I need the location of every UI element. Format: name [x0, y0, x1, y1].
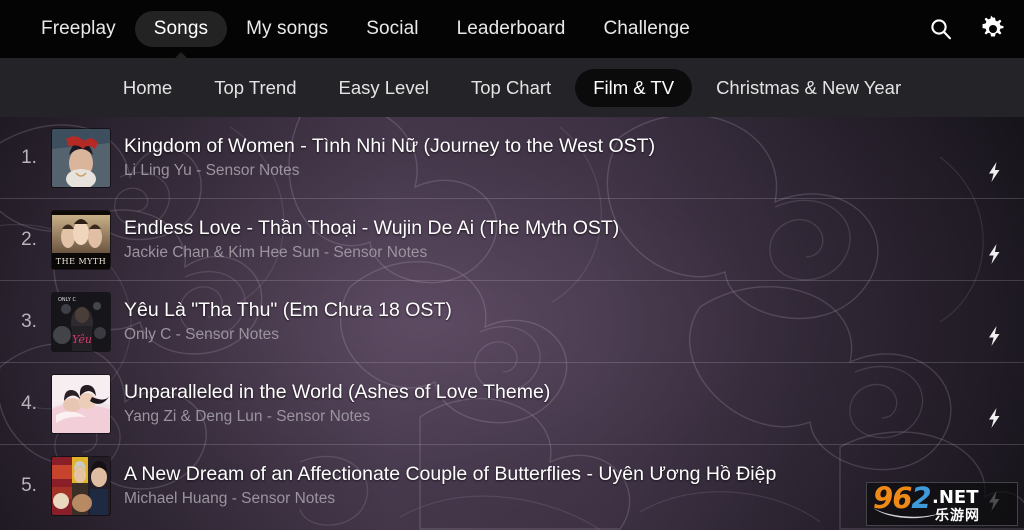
- song-artist: Jackie Chan & Kim Hee Sun - Sensor Notes: [124, 243, 428, 261]
- secondary-nav-items: Home Top Trend Easy Level Top Chart Film…: [105, 68, 919, 107]
- album-art-thumbnail: THE MYTH: [52, 210, 110, 269]
- lightning-bolt-icon[interactable]: [986, 408, 1002, 428]
- nav-item-label: Leaderboard: [456, 18, 566, 39]
- subnav-item-home[interactable]: Home: [105, 69, 190, 107]
- nav-item-songs[interactable]: Songs: [134, 11, 228, 59]
- song-artist: Li Ling Yu - Sensor Notes: [124, 161, 300, 179]
- album-art-thumbnail: ONLY C Yêu: [52, 292, 110, 351]
- subnav-item-label: Christmas & New Year: [716, 76, 902, 98]
- song-rank: 4.: [21, 392, 37, 414]
- subnav-item-film-and-tv[interactable]: Film & TV: [575, 68, 693, 107]
- song-title: Yêu Là "Tha Thu" (Em Chưa 18 OST): [124, 298, 452, 321]
- song-meta: Endless Love - Thần Thoại - Wujin De Ai …: [124, 216, 1024, 264]
- album-art-thumbnail: [52, 374, 110, 433]
- song-list[interactable]: 1. Kingdom of Women - Tình Nhi Nữ (Journ…: [0, 117, 1024, 530]
- nav-item-label: Social: [366, 18, 419, 39]
- nav-item-my-songs[interactable]: My songs: [227, 11, 347, 47]
- album-art-thumbnail: [52, 128, 110, 187]
- primary-nav-items: Freeplay Songs My songs Social Leaderboa…: [0, 11, 709, 59]
- gear-icon[interactable]: [976, 12, 1010, 46]
- app-root: Freeplay Songs My songs Social Leaderboa…: [0, 0, 1024, 530]
- song-row[interactable]: 1. Kingdom of Women - Tình Nhi Nữ (Journ…: [0, 117, 1024, 199]
- search-icon[interactable]: [924, 12, 958, 46]
- song-row[interactable]: 2. THE MYTH Endless Love - Thần Thoại - …: [0, 199, 1024, 281]
- lightning-bolt-icon[interactable]: [986, 162, 1002, 182]
- watermark-inner: 962 .NET 乐游网: [869, 483, 1015, 524]
- primary-navigation-bar: Freeplay Songs My songs Social Leaderboa…: [0, 0, 1024, 59]
- song-rank: 1.: [21, 146, 37, 168]
- song-meta: Unparalleled in the World (Ashes of Love…: [124, 380, 1024, 428]
- subnav-item-easy-level[interactable]: Easy Level: [320, 69, 447, 107]
- song-title: Kingdom of Women - Tình Nhi Nữ (Journey …: [124, 134, 656, 157]
- subnav-item-top-chart[interactable]: Top Chart: [453, 69, 569, 107]
- song-meta: Yêu Là "Tha Thu" (Em Chưa 18 OST) Only C…: [124, 298, 1024, 346]
- svg-text:Yêu: Yêu: [72, 333, 92, 346]
- song-artist: Only C - Sensor Notes: [124, 325, 280, 343]
- song-title: Unparalleled in the World (Ashes of Love…: [124, 380, 551, 403]
- nav-item-leaderboard[interactable]: Leaderboard: [438, 11, 585, 47]
- secondary-navigation-bar: Home Top Trend Easy Level Top Chart Film…: [0, 58, 1024, 117]
- song-meta: Kingdom of Women - Tình Nhi Nữ (Journey …: [124, 134, 1024, 182]
- primary-nav-actions: [924, 0, 1010, 58]
- nav-item-challenge[interactable]: Challenge: [584, 11, 708, 47]
- subnav-item-label: Film & TV: [593, 76, 675, 98]
- subnav-item-christmas-new-year[interactable]: Christmas & New Year: [698, 69, 919, 107]
- subnav-item-label: Home: [122, 76, 173, 98]
- album-caption: THE MYTH: [56, 257, 106, 266]
- subnav-item-top-trend[interactable]: Top Trend: [196, 69, 314, 107]
- song-row[interactable]: 3. ONLY C Yêu Yêu Là "Tha Thu" (Em Chưa …: [0, 281, 1024, 363]
- site-watermark: 962 .NET 乐游网: [866, 482, 1018, 526]
- song-rank: 3.: [21, 310, 37, 332]
- song-rank: 2.: [21, 228, 37, 250]
- song-row[interactable]: 4. Unparalleled in the World (Ashes of L…: [0, 363, 1024, 445]
- watermark-swoosh-icon: [873, 506, 955, 519]
- subnav-item-label: Easy Level: [338, 76, 429, 98]
- album-caption: ONLY C: [58, 297, 76, 303]
- song-title: Endless Love - Thần Thoại - Wujin De Ai …: [124, 216, 620, 239]
- lightning-bolt-icon[interactable]: [986, 244, 1002, 264]
- nav-item-label: Freeplay: [41, 18, 116, 39]
- subnav-item-label: Top Trend: [214, 76, 297, 98]
- album-art-thumbnail: [52, 457, 110, 515]
- song-artist: Yang Zi & Deng Lun - Sensor Notes: [124, 407, 371, 425]
- lightning-bolt-icon[interactable]: [986, 326, 1002, 346]
- subnav-item-label: Top Chart: [470, 76, 552, 98]
- nav-item-label: Songs: [153, 18, 209, 39]
- nav-item-social[interactable]: Social: [347, 11, 437, 47]
- nav-item-label: My songs: [246, 18, 329, 39]
- song-rank: 5.: [21, 475, 37, 496]
- nav-item-freeplay[interactable]: Freeplay: [22, 11, 135, 47]
- nav-item-label: Challenge: [603, 18, 690, 39]
